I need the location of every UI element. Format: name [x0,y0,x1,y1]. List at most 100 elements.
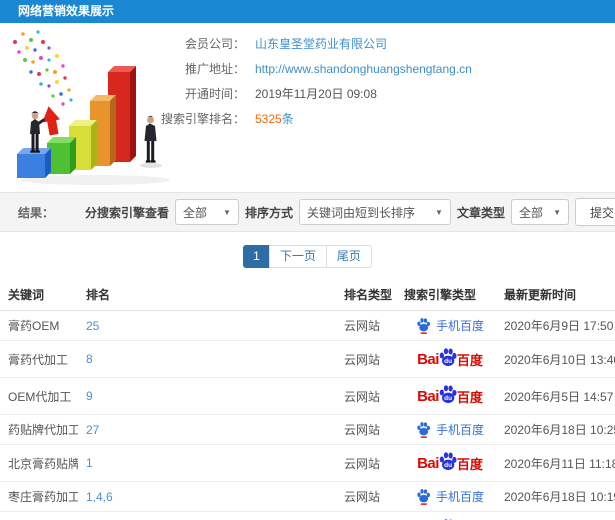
keyword-header: 关键词 [0,279,78,311]
page-1-button[interactable]: 1 [243,245,270,268]
rank-link[interactable]: 1 [86,456,93,470]
keyword-cell: OEM代加工 [0,377,78,415]
submit-button[interactable]: 提交 [574,198,615,226]
rank-type-cell: 云网站 [340,340,400,378]
engine-cell: 手机百度 Bai du 百度 [400,481,500,512]
table-row: 药贴牌代加工 27 云网站 手机百度 Bai [0,414,615,445]
svg-text:du: du [444,395,452,402]
article-type-select[interactable]: 全部 ▼ [510,199,569,225]
table-row: OEM代加工 9 云网站 手机百度 Bai [0,377,615,415]
promo-url-row: 推广地址： http://www.shandonghuangshengtang.… [150,56,472,81]
next-page-button[interactable]: 下一页 [268,245,327,268]
baidu-logo: Bai du 百度 [417,384,483,408]
result-label: 结果： [18,205,55,220]
mobile-baidu-paw-icon [417,318,430,334]
confetti-dots [13,30,73,106]
sort-filter-label: 排序方式 [244,205,293,220]
keyword-cell: 北京膏药贴牌 [0,444,78,482]
chevron-down-icon: ▼ [223,207,231,217]
baidu-logo: Bai du 百度 [417,347,483,371]
filter-bar: 结果： 分搜索引擎查看 全部 ▼ 排序方式 关键词由短到长排序 ▼ 文章类型 全部 ▼… [0,192,615,232]
rank-type-cell: 云网站 [340,414,400,445]
baidu-paw-icon: du [439,452,457,471]
rank-type-cell: 云网站 [340,511,400,520]
mobile-baidu-badge: 手机百度 [416,421,484,438]
rank-link[interactable]: 1,4,6 [86,490,113,504]
baidu-logo: Bai du 百度 [417,451,483,475]
engine-rank-label: 搜索引擎排名： [160,112,245,126]
keyword-cell: 膏药代加工 [0,340,78,378]
rank-type-cell: 云网站 [340,377,400,415]
keyword-cell: 医疗器械厂家 [0,511,78,520]
open-time-row: 开通时间： 2019年11月20日 09:08 [150,81,472,106]
mobile-baidu-paw-icon [417,422,430,438]
rank-type-cell: 云网站 [340,444,400,482]
engine-type-header: 搜索引擎类型 [400,279,500,311]
article-type-label: 文章类型 [456,205,505,220]
businessman-left [30,111,45,153]
updated-cell: 2020年6月18日 10:19 [500,481,615,512]
page-title: 网络营销效果展示 [18,4,115,18]
rank-link[interactable]: 27 [86,423,99,437]
updated-cell: 2020年6月18日 10:25 [500,414,615,445]
rank-type-cell: 云网站 [344,319,381,333]
last-page-button[interactable]: 尾页 [325,245,372,268]
member-company-label: 会员公司： [184,37,245,51]
promo-url-link[interactable]: http://www.shandonghuangshengtang.cn [255,62,472,76]
rank-link[interactable]: 8 [86,352,93,366]
updated-header: 最新更新时间 [500,279,615,311]
bar-green [47,137,76,174]
updated-cell: 2020年6月9日 17:50 [504,319,614,333]
mobile-baidu-paw-icon [417,489,430,505]
results-table: 关键词 排名 排名类型 搜索引擎类型 最新更新时间 膏药OEM 25 云网站 手… [0,279,615,520]
rank-type-cell: 云网站 [340,481,400,512]
engine-cell: 手机百度 Bai du 百度 [400,311,500,341]
promo-url-label: 推广地址： [184,62,245,76]
updated-cell: 2020年6月5日 14:57 [500,377,615,415]
engine-cell: 手机百度 Bai du 百度 [400,511,500,520]
chevron-down-icon: ▼ [553,207,561,217]
engine-rank-value[interactable]: 5325条 [255,110,294,127]
rank-header: 排名 [78,279,340,311]
engine-cell: 手机百度 Bai du 百度 [400,444,500,482]
updated-cell: 2020年6月11日 11:18 [500,444,615,482]
page-header: 网络营销效果展示 [0,0,615,23]
open-time-label: 开通时间： [184,87,245,101]
rank-link[interactable]: 9 [86,389,93,403]
sort-filter-select[interactable]: 关键词由短到长排序 ▼ [298,199,451,225]
mobile-baidu-badge: 手机百度 [416,488,484,505]
engine-filter-select[interactable]: 全部 ▼ [174,199,239,225]
filter-controls: 分搜索引擎查看 全部 ▼ 排序方式 关键词由短到长排序 ▼ 文章类型 全部 ▼ 提交 [85,198,615,226]
table-header-row: 关键词 排名 排名类型 搜索引擎类型 最新更新时间 [0,279,615,311]
updated-cell: 2020年5月29日 10:32 [500,511,615,520]
member-company-link[interactable]: 山东皇圣堂药业有限公司 [255,35,387,52]
keyword-cell: 枣庄膏药加工 [0,481,78,512]
member-company-row: 会员公司： 山东皇圣堂药业有限公司 [150,31,472,56]
table-row: 膏药OEM 25 云网站 手机百度 Bai [0,311,615,341]
engine-filter-label: 分搜索引擎查看 [84,205,169,220]
baidu-paw-icon: du [439,385,457,404]
engine-cell: 手机百度 Bai du 百度 [400,340,500,378]
rank-type-header: 排名类型 [340,279,400,311]
baidu-paw-icon: du [439,348,457,367]
keyword-cell: 膏药OEM [8,319,60,333]
pagination: 1 下一页 尾页 [0,245,615,268]
member-info: 会员公司： 山东皇圣堂药业有限公司 推广地址： http://www.shand… [150,31,472,131]
results-table-body: 膏药OEM 25 云网站 手机百度 Bai [0,311,615,520]
table-row: 北京膏药贴牌 1 云网站 手机百度 Bai [0,444,615,482]
open-time-value: 2019年11月20日 09:08 [255,87,377,101]
mobile-baidu-badge: 手机百度 [416,317,484,334]
svg-text:du: du [444,358,452,365]
rank-link[interactable]: 25 [86,319,99,333]
table-row: 枣庄膏药加工 1,4,6 云网站 手机百度 Bai [0,481,615,512]
engine-cell: 手机百度 Bai du 百度 [400,414,500,445]
updated-cell: 2020年6月10日 13:40 [500,340,615,378]
table-row: 膏药代加工 8 云网站 手机百度 Bai [0,340,615,378]
chevron-down-icon: ▼ [435,207,443,217]
svg-text:du: du [444,462,452,469]
info-section: 会员公司： 山东皇圣堂药业有限公司 推广地址： http://www.shand… [0,23,615,192]
engine-rank-row: 搜索引擎排名： 5325条 [150,106,472,131]
table-row: 医疗器械厂家 4 云网站 手机百度 Bai [0,511,615,520]
engine-cell: 手机百度 Bai du 百度 [400,377,500,415]
keyword-cell: 药贴牌代加工 [0,414,78,445]
